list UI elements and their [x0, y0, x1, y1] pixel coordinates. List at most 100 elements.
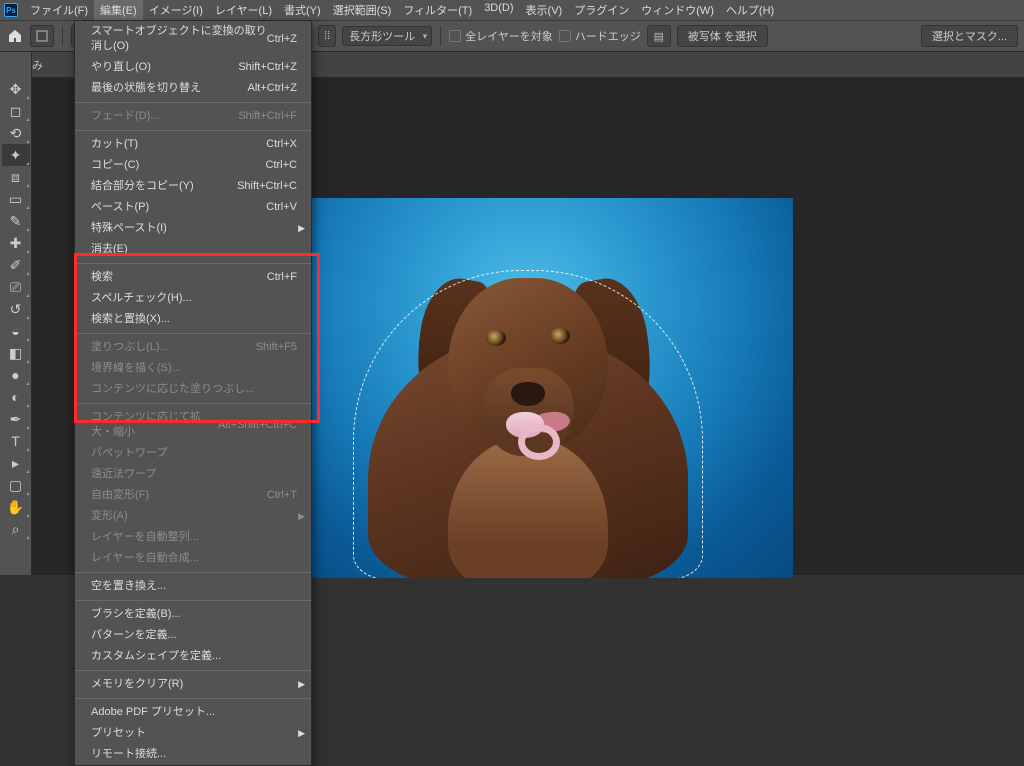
blur-tool[interactable]: ● [2, 364, 30, 386]
menu-row-label: コピー(C) [91, 158, 139, 173]
submenu-corner-icon [26, 140, 29, 143]
select-and-mask-button[interactable]: 選択とマスク... [921, 25, 1018, 47]
menu-row[interactable]: スマートオブジェクトに変換の取り消し(O)Ctrl+Z [75, 21, 311, 57]
menu-row-label: コンテンツに応じて拡大・縮小 [91, 410, 218, 440]
quick-select-tool[interactable]: ✦ [2, 144, 30, 166]
menu-row[interactable]: コピー(C) Ctrl+C [75, 155, 311, 176]
mode-dotted-icon[interactable]: ⁞⁞ [318, 25, 336, 47]
menu-item[interactable]: レイヤー(L) [209, 0, 278, 20]
history-brush-tool[interactable]: ↺ [2, 298, 30, 320]
shape-tool[interactable]: ▢ [2, 474, 30, 496]
menu-row-label: 遠近法ワープ [91, 467, 156, 482]
menu-row[interactable]: ペースト(P)Ctrl+V [75, 197, 311, 218]
hard-edge-checkbox[interactable]: ハードエッジ [559, 28, 641, 44]
submenu-corner-icon [26, 514, 29, 517]
menu-row[interactable]: スペルチェック(H)... [75, 288, 311, 309]
brush-tool[interactable]: ✐ [2, 254, 30, 276]
healing-tool[interactable]: ✚ [2, 232, 30, 254]
pen-tool[interactable]: ✒ [2, 408, 30, 430]
submenu-corner-icon [26, 448, 29, 451]
submenu-corner-icon [26, 96, 29, 99]
menu-row[interactable]: 最後の状態を切り替えAlt+Ctrl+Z [75, 78, 311, 99]
path-select-tool[interactable]: ▸ [2, 452, 30, 474]
eyedropper-tool[interactable]: ✎ [2, 210, 30, 232]
stamp-tool[interactable]: ⎚ [2, 276, 30, 298]
lasso-tool[interactable]: ⟲ [2, 122, 30, 144]
shape-tool-select[interactable]: 長方形ツール [342, 26, 432, 46]
menu-row: パペットワープ [75, 443, 311, 464]
zoom-tool[interactable]: ⌕ [2, 518, 30, 540]
menu-item[interactable]: 表示(V) [520, 0, 569, 20]
menu-item[interactable]: 選択範囲(S) [327, 0, 398, 20]
submenu-arrow-icon: ▶ [298, 221, 305, 236]
marquee-tool[interactable]: ◻ [2, 100, 30, 122]
menu-row: 境界線を描く(S)... [75, 358, 311, 379]
menu-row-label: 検索 [91, 270, 113, 285]
menu-row[interactable]: メモリをクリア(R)▶ [75, 674, 311, 695]
menu-item[interactable]: フィルター(T) [397, 0, 478, 20]
menu-item[interactable]: ウィンドウ(W) [635, 0, 720, 20]
menu-item[interactable]: ヘルプ(H) [720, 0, 780, 20]
move-tool[interactable]: ✥ [2, 78, 30, 100]
hand-tool[interactable]: ✋ [2, 496, 30, 518]
menu-row[interactable]: プリセット▶ [75, 723, 311, 744]
menu-row[interactable]: カット(T) Ctrl+X [75, 134, 311, 155]
select-subject-button[interactable]: 被写体 を選択 [677, 25, 768, 47]
all-layers-checkbox[interactable]: 全レイヤーを対象 [449, 28, 553, 44]
menu-item[interactable]: 3D(D) [478, 0, 519, 20]
menu-row-label: 境界線を描く(S)... [91, 361, 181, 376]
frame-tool[interactable]: ▭ [2, 188, 30, 210]
menu-row: 自由変形(F)Ctrl+T [75, 485, 311, 506]
menu-row-label: カット(T) [91, 137, 138, 152]
menu-row: 遠近法ワープ [75, 464, 311, 485]
menu-item[interactable]: 書式(Y) [278, 0, 327, 20]
eraser-tool[interactable]: ◒ [2, 320, 30, 342]
menu-row[interactable]: 検索と置換(X)... [75, 309, 311, 330]
submenu-arrow-icon: ▶ [298, 509, 305, 524]
separator [62, 26, 63, 46]
menu-row[interactable]: カスタムシェイプを定義... [75, 646, 311, 667]
menu-row-label: 消去(E) [91, 242, 128, 257]
menu-row-shortcut: Ctrl+F [267, 270, 297, 285]
menu-row-shortcut: Shift+Ctrl+F [238, 109, 297, 124]
submenu-corner-icon [26, 294, 29, 297]
submenu-corner-icon [26, 360, 29, 363]
menu-row-label: 自由変形(F) [91, 488, 149, 503]
dodge-tool[interactable]: ◐ [2, 386, 30, 408]
menu-row-label: メモリをクリア(R) [91, 677, 183, 692]
menu-row-label: パターンを定義... [91, 628, 177, 643]
submenu-corner-icon [26, 118, 29, 121]
home-icon[interactable] [6, 27, 24, 45]
menu-row-shortcut: Alt+Shift+Ctrl+C [218, 418, 297, 433]
menu-row[interactable]: リモート接続... [75, 744, 311, 765]
menu-row[interactable]: 特殊ペースト(I)▶ [75, 218, 311, 239]
menu-row-label: スペルチェック(H)... [91, 291, 192, 306]
image-dog-eye [550, 328, 570, 344]
menu-row[interactable]: 消去(E) [75, 239, 311, 260]
submenu-corner-icon [26, 382, 29, 385]
menu-row[interactable]: ブラシを定義(B)... [75, 604, 311, 625]
type-tool[interactable]: T [2, 430, 30, 452]
menu-row-shortcut: Ctrl+V [266, 200, 297, 215]
menu-item[interactable]: プラグイン [568, 0, 635, 20]
menu-item[interactable]: 編集(E) [94, 0, 143, 20]
menu-row[interactable]: 結合部分をコピー(Y)Shift+Ctrl+C [75, 176, 311, 197]
menu-row[interactable]: 検索 Ctrl+F [75, 267, 311, 288]
crop-tool[interactable]: ⧈ [2, 166, 30, 188]
menu-row[interactable]: パターンを定義... [75, 625, 311, 646]
menu-row[interactable]: やり直し(O)Shift+Ctrl+Z [75, 57, 311, 78]
edit-menu-dropdown[interactable]: スマートオブジェクトに変換の取り消し(O)Ctrl+Zやり直し(O)Shift+… [74, 20, 312, 766]
menu-row-label: 検索と置換(X)... [91, 312, 170, 327]
menu-row[interactable]: 空を置き換え... [75, 576, 311, 597]
menu-row[interactable]: Adobe PDF プリセット... [75, 702, 311, 723]
tool-preset-button[interactable] [30, 25, 54, 47]
extra-icon-button[interactable]: ▤ [647, 25, 671, 47]
menu-row-shortcut: Ctrl+C [266, 158, 297, 173]
menu-item[interactable]: ファイル(F) [24, 0, 94, 20]
submenu-corner-icon [26, 162, 29, 165]
gradient-tool[interactable]: ◧ [2, 342, 30, 364]
menu-row-label: 空を置き換え... [91, 579, 166, 594]
menu-row-label: フェード(D)... [91, 109, 159, 124]
menu-row-shortcut: Ctrl+X [266, 137, 297, 152]
menu-item[interactable]: イメージ(I) [143, 0, 209, 20]
